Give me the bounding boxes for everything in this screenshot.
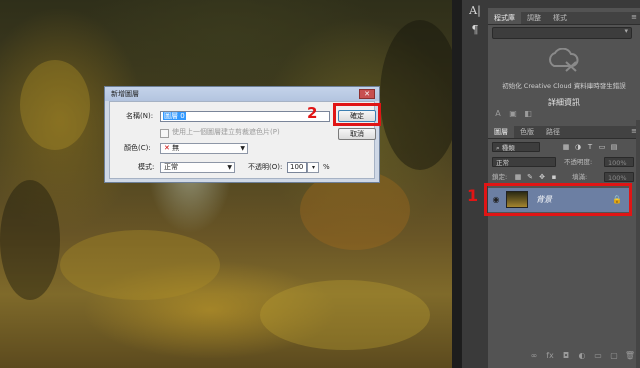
layer-filter-row: ⌕ 種類 ▦ ◑ T ▭ ▤ <box>492 141 636 153</box>
layer-filter-select[interactable]: ⌕ 種類 <box>492 142 540 152</box>
blend-row: 正常 不透明度: 100% <box>492 156 636 168</box>
opacity-label: 不透明度: <box>564 158 593 166</box>
link-icon[interactable]: ∞ <box>528 350 540 362</box>
color-label: 顏色(C): <box>124 144 151 152</box>
library-select[interactable]: ▾ <box>492 27 632 39</box>
filter-pixel-icon[interactable]: ▦ <box>562 143 570 151</box>
blend-mode-select[interactable]: 正常 <box>492 157 556 167</box>
annotation-number-1: 1 <box>467 186 479 205</box>
filter-shape-icon[interactable]: ▭ <box>598 143 606 151</box>
lock-row: 鎖定: ▦ ✎ ✥ ▪ 填滿: 100% <box>492 171 636 183</box>
tab-paths[interactable]: 路徑 <box>540 126 566 138</box>
leaf-cluster <box>20 60 90 150</box>
annotation-box-2 <box>333 103 381 126</box>
layer-name-input[interactable]: 圖層 0 <box>160 111 330 122</box>
fx-icon[interactable]: fx <box>544 350 556 362</box>
new-layer-icon[interactable]: ▢ <box>608 350 620 362</box>
canvas-border <box>452 0 461 368</box>
opacity-dropdown[interactable]: ▾ <box>307 162 319 173</box>
add-graphic-icon[interactable]: A <box>492 108 504 120</box>
library-tabs: 程式庫 調整 樣式 ≡ <box>488 12 640 25</box>
opacity-label: 不透明(O): <box>248 163 283 171</box>
lock-label: 鎖定: <box>492 173 508 181</box>
layers-tabs: 圖層 色版 路徑 ≡ <box>488 126 640 139</box>
add-color-icon[interactable]: ▣ <box>507 108 519 120</box>
creative-cloud-icon <box>549 48 579 72</box>
tab-channels[interactable]: 色版 <box>514 126 540 138</box>
fill-label: 填滿: <box>572 173 588 181</box>
annotation-number-2: 2 <box>307 104 318 122</box>
mode-select[interactable]: 正常 ▼ <box>160 162 235 173</box>
lock-position-icon[interactable]: ✥ <box>538 173 546 181</box>
panel-scrollbar[interactable] <box>636 120 640 368</box>
fill-field[interactable]: 100% <box>604 172 634 182</box>
details-title: 詳細資訊 <box>548 98 580 107</box>
layers-toolbar: 🗑 ▢ ▭ ◐ ◘ fx ∞ <box>492 350 636 362</box>
percent-unit: % <box>323 163 330 171</box>
filter-smart-icon[interactable]: ▤ <box>610 143 618 151</box>
opacity-input[interactable]: 100 <box>287 162 307 173</box>
chevron-down-icon: ▼ <box>240 145 245 152</box>
layer-filter-value: 種類 <box>501 144 515 152</box>
lock-pixels-icon[interactable]: ▦ <box>514 173 522 181</box>
leaf-cluster <box>60 230 220 300</box>
opacity-field[interactable]: 100% <box>604 157 634 167</box>
tree-shadow <box>0 180 60 300</box>
layer-mask-icon[interactable]: ◘ <box>560 350 572 362</box>
library-toolbar: A ▣ ◧ <box>492 108 636 122</box>
lock-all-icon[interactable]: ▪ <box>550 173 558 181</box>
tree-shadow <box>380 20 460 170</box>
new-layer-dialog: 新增圖層 ✕ 名稱(N): 圖層 0 使用上一個圖層建立剪裁遮色片(P) 顏色(… <box>104 86 380 183</box>
new-group-icon[interactable]: ▭ <box>592 350 604 362</box>
use-previous-label: 使用上一個圖層建立剪裁遮色片(P) <box>172 128 280 136</box>
use-previous-checkbox[interactable] <box>160 129 169 138</box>
no-color-icon: ✕ <box>164 144 170 152</box>
paragraph-panel-icon[interactable]: ¶ <box>465 22 485 38</box>
delete-layer-icon[interactable]: 🗑 <box>624 350 636 362</box>
color-value: 無 <box>172 144 180 152</box>
panel-menu-icon[interactable]: ≡ <box>631 13 637 21</box>
document-canvas[interactable] <box>0 0 461 368</box>
filter-type-icon[interactable]: T <box>586 143 594 151</box>
lock-paint-icon[interactable]: ✎ <box>526 173 534 181</box>
add-style-icon[interactable]: ◧ <box>522 108 534 120</box>
panel-topbar <box>488 0 640 8</box>
color-select[interactable]: ✕ 無 ▼ <box>160 143 248 154</box>
adjustment-layer-icon[interactable]: ◐ <box>576 350 588 362</box>
chevron-down-icon: ▼ <box>227 164 232 171</box>
cancel-button[interactable]: 取消 <box>338 128 376 140</box>
name-label: 名稱(N): <box>126 112 154 120</box>
dialog-title: 新增圖層 <box>111 90 139 98</box>
chevron-down-icon: ▾ <box>624 27 628 35</box>
tab-libraries[interactable]: 程式庫 <box>488 12 521 24</box>
mode-value: 正常 <box>164 163 178 171</box>
cc-error-message: 初始化 Creative Cloud 資料庫時發生錯誤 <box>502 82 626 90</box>
dialog-titlebar[interactable]: 新增圖層 ✕ <box>105 87 379 101</box>
tab-styles[interactable]: 樣式 <box>547 12 573 24</box>
mode-label: 模式: <box>138 163 155 171</box>
layer-name-value: 圖層 0 <box>163 112 186 120</box>
leaf-cluster <box>260 280 430 350</box>
close-icon[interactable]: ✕ <box>359 89 375 99</box>
filter-adjust-icon[interactable]: ◑ <box>574 143 582 151</box>
annotation-box-1 <box>484 183 632 216</box>
character-panel-icon[interactable]: A| <box>465 3 485 19</box>
chevron-down-icon: ▾ <box>311 164 315 171</box>
tab-adjustments[interactable]: 調整 <box>521 12 547 24</box>
tab-layers[interactable]: 圖層 <box>488 126 514 138</box>
